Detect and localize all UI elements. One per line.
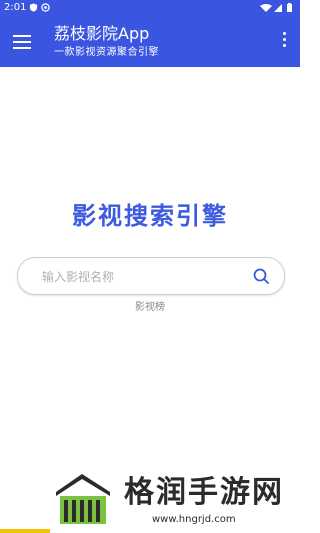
bottom-accent-bar [0,529,50,533]
app-subtitle: 一款影视资源聚合引擎 [54,47,159,58]
site-logo-icon [56,474,110,524]
app-title: 荔枝影院App [54,24,150,43]
watermark-url: www.hngrjd.com [152,514,236,525]
system-status-icons [260,3,292,12]
search-bar [17,257,285,295]
wifi-icon [260,4,272,12]
status-time: 2:01 [4,2,27,13]
app-notification-icon [41,3,50,12]
status-bar: 2:01 [0,0,300,16]
watermark-name: 格润手游网 [124,475,284,510]
page-title: 影视搜索引擎 [72,202,228,230]
search-icon[interactable] [252,267,270,285]
hamburger-menu-icon[interactable] [13,35,31,49]
search-input[interactable] [40,266,244,288]
signal-icon [274,4,282,12]
shield-notification-icon [29,3,38,12]
watermark: 格润手游网 www.hngrjd.com [52,470,300,533]
battery-icon [287,4,292,12]
app-bar: 荔枝影院App 一款影视资源聚合引擎 [0,16,300,67]
more-vertical-icon[interactable] [280,32,288,52]
rank-link[interactable]: 影视榜 [0,298,300,313]
